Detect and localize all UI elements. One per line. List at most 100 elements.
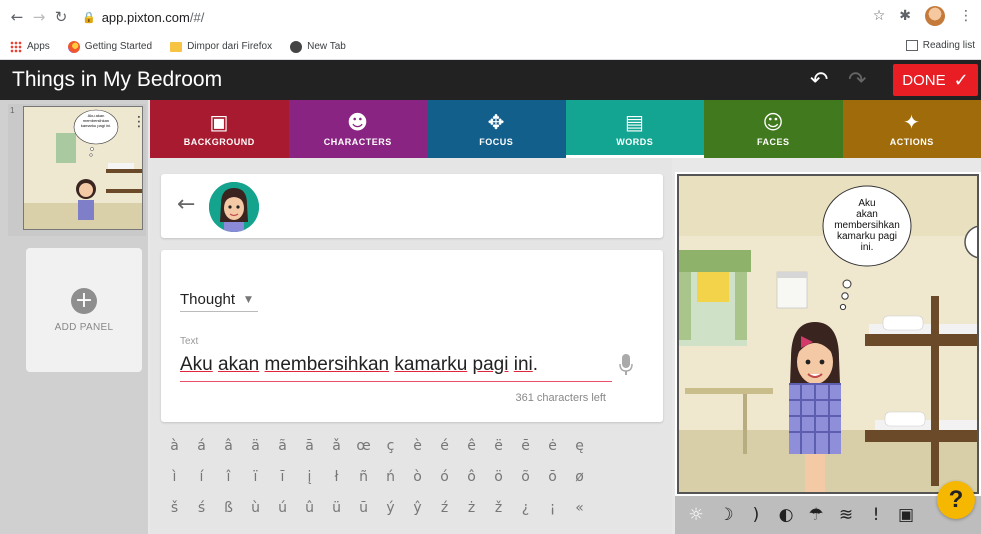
- special-char-key[interactable]: ė: [539, 438, 566, 454]
- special-char-key[interactable]: ü: [323, 500, 350, 516]
- globe-icon: [290, 40, 303, 53]
- special-char-key[interactable]: è: [404, 438, 431, 454]
- panel-list: 1 Aku akan membersihkan kamarku pagi ini…: [0, 100, 148, 534]
- panel-options-icon[interactable]: ⋮: [132, 114, 146, 130]
- crescent-icon[interactable]: ): [741, 505, 771, 525]
- image-icon: ▣: [209, 109, 229, 134]
- special-char-key[interactable]: ß: [215, 500, 242, 516]
- special-char-key[interactable]: ë: [485, 438, 512, 454]
- extensions-icon[interactable]: ✱: [899, 8, 911, 24]
- special-char-row: ì í î ï ī į ł ñ ń ò ó ô ö õ ō ø: [161, 461, 663, 492]
- special-char-key[interactable]: î: [215, 469, 242, 485]
- special-char-key[interactable]: û: [296, 500, 323, 516]
- camera-icon[interactable]: ▣: [891, 505, 921, 525]
- special-char-key[interactable]: õ: [512, 469, 539, 485]
- undo-icon[interactable]: ↶: [810, 68, 828, 93]
- special-char-key[interactable]: ū: [350, 500, 377, 516]
- character-avatar[interactable]: [209, 182, 259, 232]
- special-char-key[interactable]: ź: [431, 500, 458, 516]
- panel-thumbnail[interactable]: 1 Aku akan membersihkan kamarku pagi ini…: [8, 104, 146, 236]
- text-card: Thought ▼ Text Aku akan membersihkan kam…: [161, 250, 663, 422]
- palette-icon[interactable]: ◐: [771, 505, 801, 525]
- tab-faces[interactable]: ☺ FACES: [704, 100, 843, 158]
- special-char-key[interactable]: ö: [485, 469, 512, 485]
- special-char-key[interactable]: â: [215, 438, 242, 454]
- rain-icon[interactable]: ☂: [801, 505, 831, 525]
- forward-arrow-icon[interactable]: →: [28, 8, 50, 26]
- special-char-key[interactable]: ę: [566, 438, 593, 454]
- special-char-key[interactable]: į: [296, 469, 323, 485]
- special-char-key[interactable]: ā: [296, 438, 323, 454]
- special-char-key[interactable]: ç: [377, 438, 404, 454]
- special-char-key[interactable]: ž: [485, 500, 512, 516]
- bubble-text-input[interactable]: Aku akan membersihkan kamarku pagi ini.: [180, 350, 612, 382]
- special-char-key[interactable]: ô: [458, 469, 485, 485]
- special-char-key[interactable]: ń: [377, 469, 404, 485]
- special-char-key[interactable]: ù: [242, 500, 269, 516]
- characters-left: 361 characters left: [515, 392, 607, 404]
- special-char-key[interactable]: š: [161, 500, 188, 516]
- moon-icon[interactable]: ☽: [711, 505, 741, 525]
- panel-thumbnail-image[interactable]: Aku akan membersihkan kamarku pagi ini.: [23, 106, 143, 230]
- special-char-key[interactable]: ó: [431, 469, 458, 485]
- special-char-key[interactable]: ä: [242, 438, 269, 454]
- special-char-key[interactable]: ò: [404, 469, 431, 485]
- special-char-key[interactable]: ¡: [539, 500, 566, 516]
- back-arrow-icon[interactable]: ←: [6, 8, 28, 26]
- redo-icon[interactable]: ↷: [848, 68, 866, 93]
- special-char-key[interactable]: ø: [566, 469, 593, 485]
- menu-icon[interactable]: ⋮: [959, 8, 973, 24]
- special-char-key[interactable]: ú: [269, 500, 296, 516]
- bookmark-getting-started[interactable]: Getting Started: [67, 40, 152, 53]
- special-char-key[interactable]: ý: [377, 500, 404, 516]
- bookmark-new-tab[interactable]: New Tab: [290, 40, 346, 53]
- smile-icon: ☺: [762, 109, 784, 134]
- special-char-key[interactable]: ż: [458, 500, 485, 516]
- reading-list[interactable]: Reading list: [905, 40, 975, 51]
- address-bar[interactable]: 🔒 app.pixton.com/#/: [82, 5, 862, 29]
- comic-panel[interactable]: Aku akan membersihkan kamarku pagi ini.: [677, 174, 979, 494]
- special-char-key[interactable]: ī: [269, 469, 296, 485]
- scene-toolbar: ☼ ☽ ) ◐ ☂ ≋ ! ▣: [675, 496, 981, 534]
- help-button[interactable]: ?: [937, 481, 975, 519]
- character-face-icon: [209, 182, 259, 232]
- special-char-key[interactable]: ï: [242, 469, 269, 485]
- bookmark-dimpor[interactable]: Dimpor dari Firefox: [170, 41, 272, 52]
- special-char-key[interactable]: ŷ: [404, 500, 431, 516]
- special-char-key[interactable]: ì: [161, 469, 188, 485]
- special-char-key[interactable]: í: [188, 469, 215, 485]
- special-char-key[interactable]: ã: [269, 438, 296, 454]
- special-char-key[interactable]: á: [188, 438, 215, 454]
- done-button[interactable]: DONE ✓: [893, 64, 978, 96]
- bookmark-apps[interactable]: Apps: [10, 40, 50, 53]
- lock-icon: 🔒: [82, 10, 96, 24]
- special-char-key[interactable]: à: [161, 438, 188, 454]
- special-char-key[interactable]: «: [566, 500, 593, 516]
- wind-icon[interactable]: ≋: [831, 505, 861, 525]
- special-char-key[interactable]: ¿: [512, 500, 539, 516]
- tab-focus[interactable]: ✥ FOCUS: [427, 100, 566, 158]
- sun-icon[interactable]: ☼: [681, 505, 711, 525]
- profile-avatar[interactable]: [925, 6, 945, 26]
- add-panel-button[interactable]: + ADD PANEL: [26, 248, 142, 372]
- special-char-key[interactable]: ǎ: [323, 438, 350, 454]
- tab-actions[interactable]: ✦ ACTIONS: [842, 100, 981, 158]
- reload-icon[interactable]: ↻: [50, 8, 72, 26]
- panel-number: 1: [10, 106, 15, 115]
- star-icon[interactable]: ☆: [873, 8, 886, 24]
- bubble-type-select[interactable]: Thought ▼: [180, 288, 258, 312]
- special-char-key[interactable]: ñ: [350, 469, 377, 485]
- special-char-key[interactable]: œ: [350, 438, 377, 454]
- back-arrow-icon[interactable]: ←: [177, 192, 195, 217]
- exclamation-icon[interactable]: !: [861, 505, 891, 525]
- tab-words[interactable]: ▤ WORDS: [565, 100, 704, 158]
- tab-background[interactable]: ▣ BACKGROUND: [150, 100, 289, 158]
- tab-characters[interactable]: ☻ CHARACTERS: [288, 100, 427, 158]
- special-char-key[interactable]: ł: [323, 469, 350, 485]
- special-char-key[interactable]: é: [431, 438, 458, 454]
- microphone-icon[interactable]: [619, 354, 633, 376]
- special-char-key[interactable]: ś: [188, 500, 215, 516]
- special-char-key[interactable]: ê: [458, 438, 485, 454]
- special-char-key[interactable]: ō: [539, 469, 566, 485]
- special-char-key[interactable]: ē: [512, 438, 539, 454]
